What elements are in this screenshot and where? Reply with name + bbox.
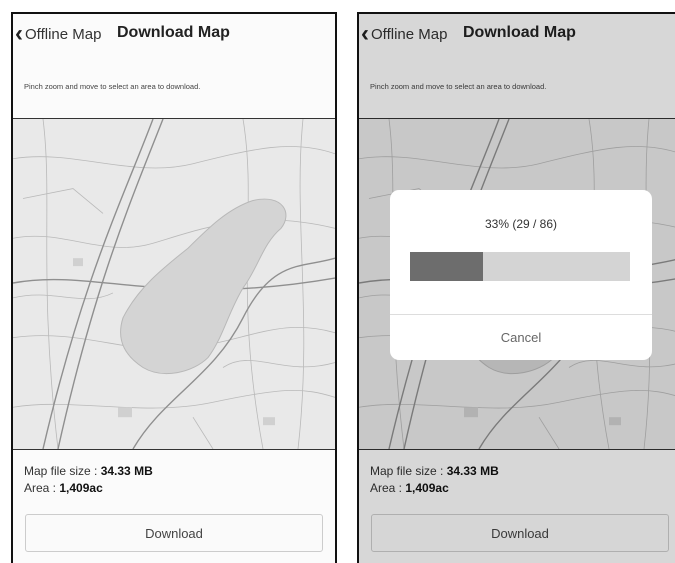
download-progress-dialog: 33% (29 / 86) Cancel	[390, 190, 652, 360]
cancel-button[interactable]: Cancel	[390, 315, 652, 360]
download-map-screen: ‹ Offline Map Download Map Pinch zoom an…	[11, 12, 337, 563]
progress-text: 33% (29 / 86)	[484, 217, 558, 231]
map-area[interactable]	[13, 118, 335, 450]
map-file-size-label: Map file size :	[24, 464, 101, 478]
download-button[interactable]: Download	[25, 514, 323, 552]
map-file-size: Map file size : 34.33 MB	[24, 464, 153, 478]
back-label: Offline Map	[25, 25, 102, 43]
area-label: Area :	[24, 481, 60, 495]
chevron-left-icon: ‹	[15, 20, 23, 47]
map-graphic	[13, 119, 335, 449]
map-file-size-value: 34.33 MB	[100, 464, 153, 478]
instruction-text: Pinch zoom and move to select an area to…	[24, 82, 201, 91]
map-area-info: Area : 1,409ac	[24, 481, 103, 495]
area-value: 1,409ac	[59, 481, 103, 495]
download-map-screen-progress: ‹ Offline Map Download Map Pinch zoom an…	[357, 12, 675, 563]
progress-bar	[410, 252, 630, 281]
header: ‹ Offline Map Download Map	[13, 14, 335, 56]
back-button[interactable]: ‹ Offline Map	[15, 22, 101, 46]
page-title: Download Map	[117, 24, 230, 41]
progress-bar-fill	[410, 252, 483, 281]
